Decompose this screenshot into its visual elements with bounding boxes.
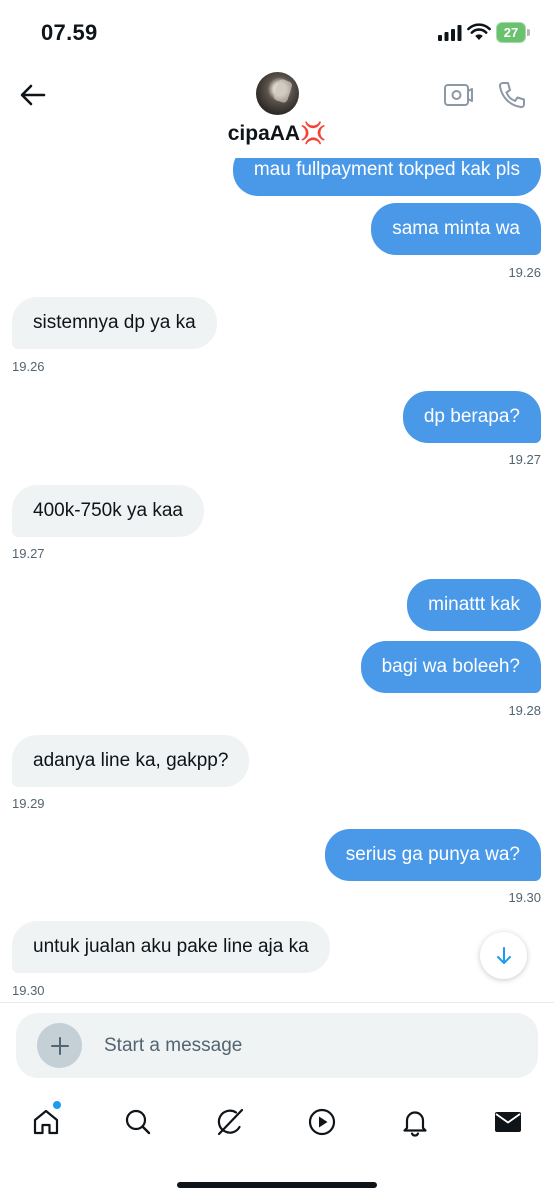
plus-icon	[50, 1036, 69, 1055]
message-list[interactable]: mau fullpayment tokped kak pls sama mint…	[0, 130, 554, 1002]
signal-icon	[438, 25, 462, 41]
play-circle-icon	[308, 1108, 336, 1136]
message-bubble-outgoing[interactable]: serius ga punya wa?	[324, 829, 541, 881]
conversation-header: cipaAA💢	[0, 66, 554, 158]
message-bubble-outgoing[interactable]: sama minta wa	[371, 203, 541, 255]
tab-notifications[interactable]	[395, 1102, 435, 1142]
back-button[interactable]	[18, 80, 48, 110]
wifi-icon	[467, 23, 491, 40]
arrow-down-icon	[496, 946, 511, 964]
message-bubble-incoming[interactable]: adanya line ka, gakpp?	[12, 735, 250, 787]
message-timestamp: 19.30	[508, 890, 541, 905]
search-icon	[125, 1109, 151, 1135]
new-content-dot	[53, 1101, 61, 1109]
tab-messages[interactable]	[488, 1102, 528, 1142]
add-media-button[interactable]	[37, 1023, 82, 1068]
arrow-left-icon	[20, 84, 46, 106]
avatar[interactable]	[256, 72, 299, 115]
battery-level: 27	[503, 25, 519, 40]
message-composer	[16, 1013, 538, 1078]
video-call-icon[interactable]	[443, 80, 473, 110]
tab-home[interactable]	[26, 1102, 66, 1142]
bell-icon	[403, 1111, 427, 1137]
tab-grok[interactable]	[210, 1102, 250, 1142]
envelope-icon	[495, 1112, 521, 1132]
tab-search[interactable]	[118, 1102, 158, 1142]
message-bubble-incoming[interactable]: untuk jualan aku pake line aja ka	[12, 921, 330, 973]
grok-icon	[217, 1108, 244, 1136]
message-timestamp: 19.29	[12, 796, 45, 811]
message-input[interactable]	[104, 1031, 464, 1061]
message-bubble-incoming[interactable]: sistemnya dp ya ka	[12, 297, 217, 349]
message-bubble-outgoing[interactable]: dp berapa?	[402, 391, 541, 443]
message-timestamp: 19.26	[508, 265, 541, 280]
scroll-to-bottom-button[interactable]	[480, 932, 527, 979]
voice-message-icon[interactable]	[486, 1031, 516, 1061]
message-timestamp: 19.27	[508, 452, 541, 467]
battery-icon: 27	[496, 22, 530, 43]
composer-divider	[0, 1002, 554, 1003]
home-indicator	[177, 1182, 377, 1188]
status-bar: 07.59 27	[0, 0, 554, 66]
message-bubble-outgoing[interactable]: bagi wa boleeh?	[360, 641, 541, 693]
tab-video[interactable]	[302, 1102, 342, 1142]
phone-call-icon[interactable]	[497, 80, 527, 110]
contact-name[interactable]: cipaAA💢	[0, 122, 554, 146]
message-timestamp: 19.30	[12, 983, 45, 998]
message-timestamp: 19.27	[12, 546, 45, 561]
message-bubble-outgoing[interactable]: minattt kak	[407, 579, 541, 631]
home-icon	[33, 1109, 59, 1135]
message-bubble-incoming[interactable]: 400k-750k ya kaa	[12, 485, 204, 537]
message-timestamp: 19.26	[12, 359, 45, 374]
message-timestamp: 19.28	[508, 703, 541, 718]
status-time: 07.59	[41, 20, 98, 45]
bottom-tab-bar	[0, 1090, 554, 1160]
